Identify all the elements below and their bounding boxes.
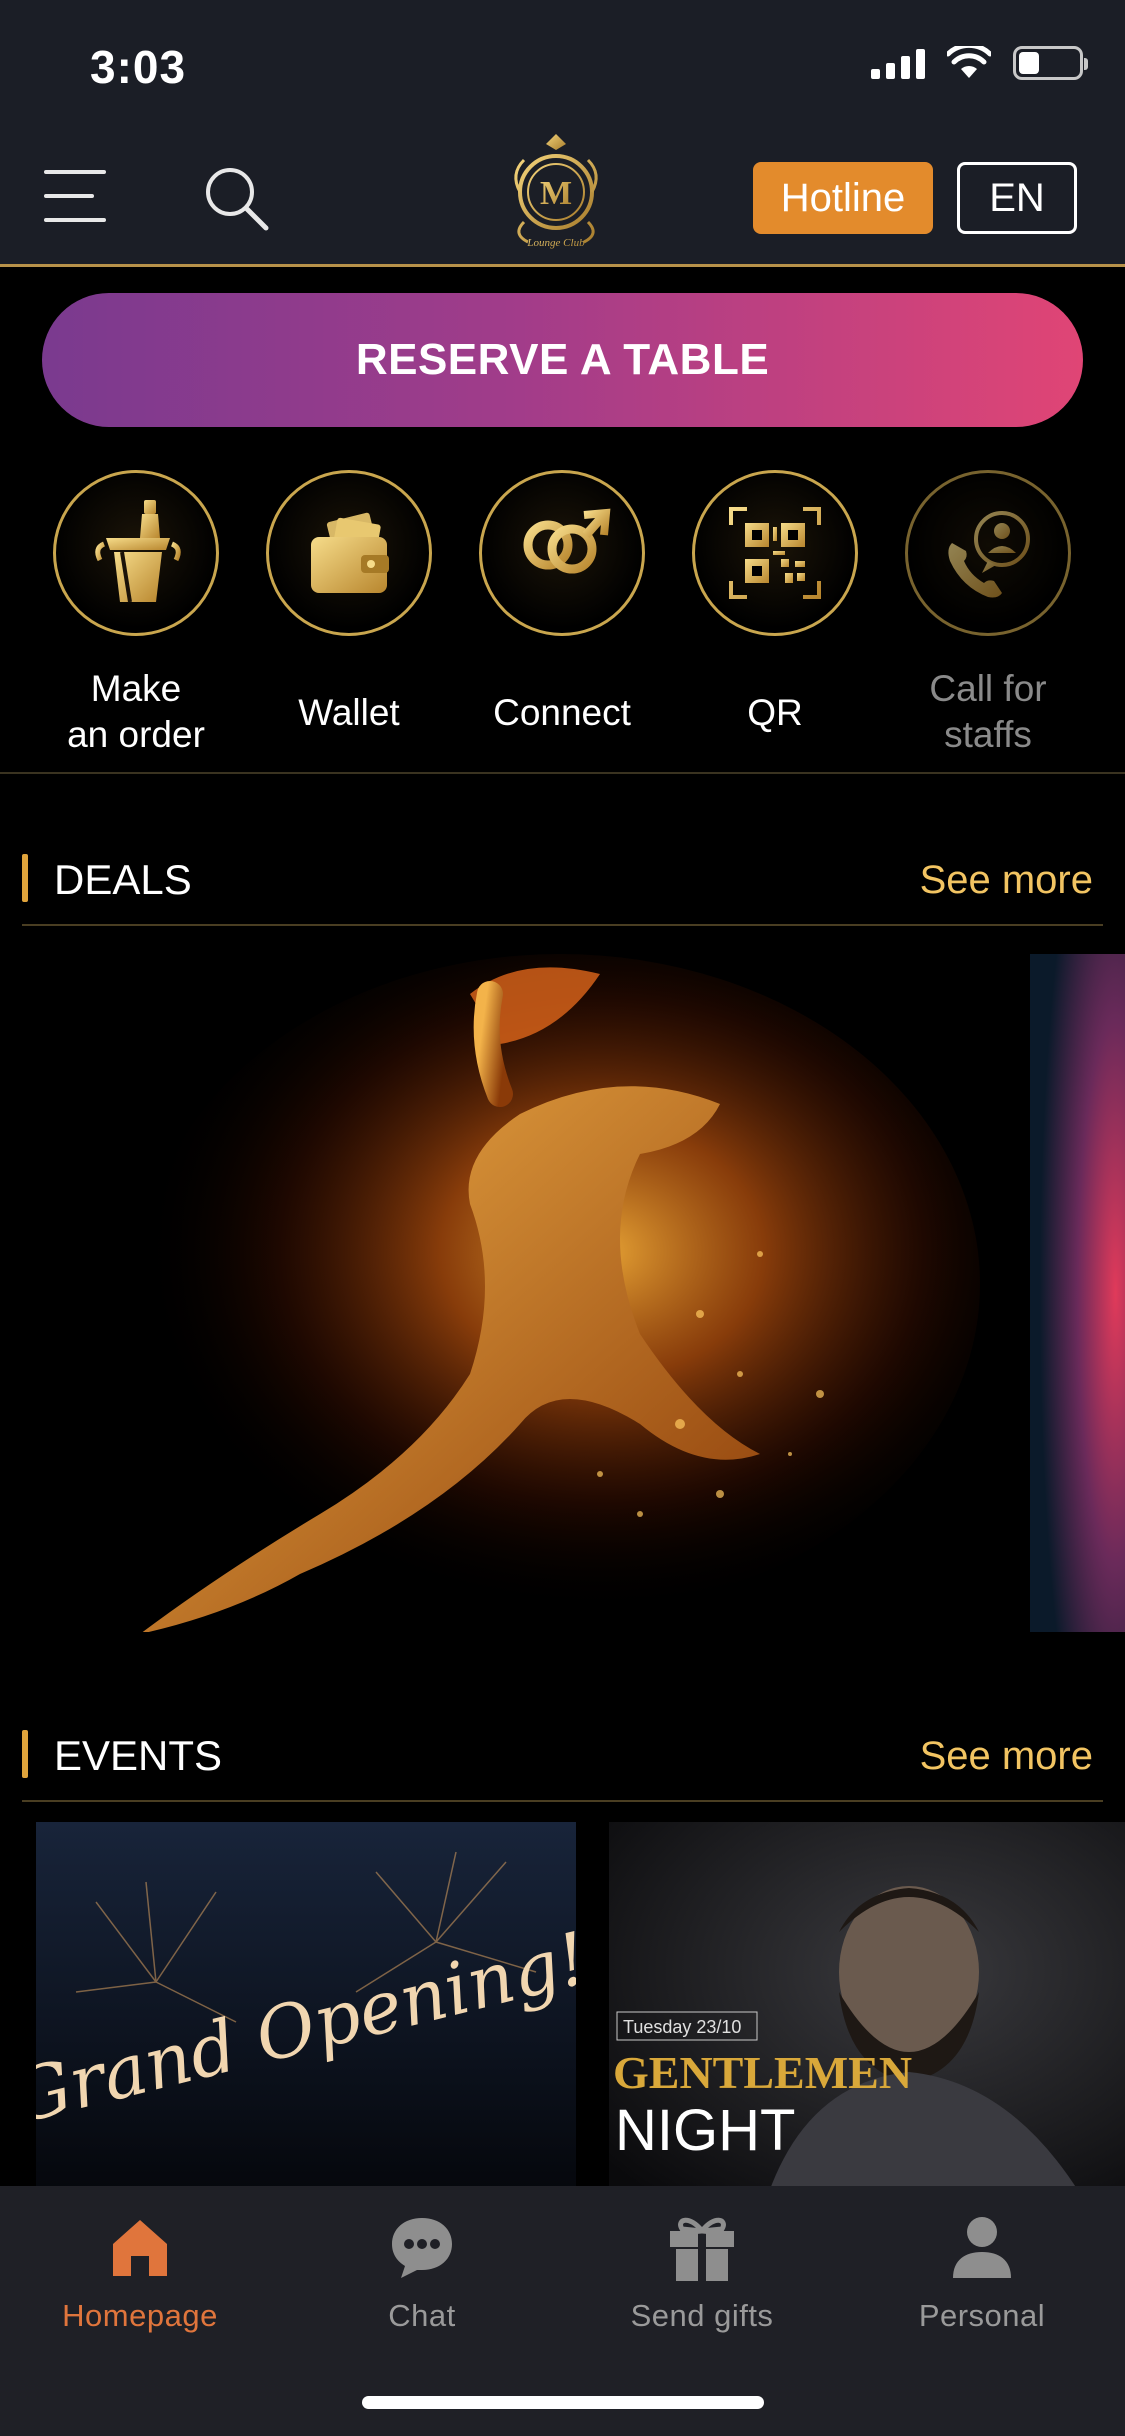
tab-personal[interactable]: Personal xyxy=(862,2210,1102,2334)
language-selector[interactable]: EN xyxy=(957,162,1077,234)
deal-image-smoke xyxy=(1030,954,1125,1632)
deal-card[interactable] xyxy=(1030,954,1125,1632)
make-order-action[interactable]: Make an order xyxy=(36,470,236,758)
svg-text:Lounge Club: Lounge Club xyxy=(526,237,585,249)
wallet-icon xyxy=(266,470,432,636)
event-date-text: Tuesday 23/10 xyxy=(623,2017,741,2037)
section-accent-bar xyxy=(22,1730,28,1778)
connect-action[interactable]: Connect xyxy=(462,470,662,736)
logo-emblem-icon: M Lounge Club xyxy=(514,134,598,249)
wallet-label: Wallet xyxy=(298,692,400,733)
qr-label: QR xyxy=(747,692,803,733)
chat-icon xyxy=(385,2210,459,2284)
qr-code-icon xyxy=(692,470,858,636)
club-logo[interactable]: M Lounge Club xyxy=(506,130,606,254)
status-icons xyxy=(871,46,1088,80)
status-time: 3:03 xyxy=(90,41,187,93)
battery-icon xyxy=(1013,46,1088,80)
wifi-icon xyxy=(947,46,991,78)
call-staff-label-line2: staffs xyxy=(944,714,1032,755)
reserve-table-button[interactable]: RESERVE A TABLE xyxy=(42,293,1083,427)
home-icon xyxy=(103,2210,177,2284)
events-title: EVENTS xyxy=(54,1732,223,1779)
svg-text:M: M xyxy=(540,175,572,212)
tab-homepage-label: Homepage xyxy=(62,2298,218,2333)
call-staff-action[interactable]: Call for staffs xyxy=(888,470,1088,758)
champagne-bucket-icon xyxy=(53,470,219,636)
home-indicator[interactable] xyxy=(362,2396,764,2409)
search-icon xyxy=(206,168,269,231)
call-staff-icon xyxy=(905,470,1071,636)
hotline-button[interactable]: Hotline xyxy=(753,162,933,234)
tab-personal-label: Personal xyxy=(918,2298,1046,2333)
menu-button[interactable] xyxy=(44,168,106,226)
events-see-more-link[interactable]: See more xyxy=(920,1734,1093,1779)
gender-symbols-icon xyxy=(479,470,645,636)
deals-title: DEALS xyxy=(54,856,192,903)
connect-label: Connect xyxy=(493,692,631,733)
deal-image-dancer xyxy=(0,954,1000,1632)
tab-chat-label: Chat xyxy=(388,2298,456,2333)
events-section-header: EVENTS See more xyxy=(22,1706,1103,1802)
event-title-line2: NIGHT xyxy=(615,2098,795,2163)
event-title-line1: GENTLEMEN xyxy=(613,2047,912,2098)
search-button[interactable] xyxy=(202,164,272,234)
app-header: 3:03 M Lounge Club Hotline EN xyxy=(0,0,1125,267)
tab-chat[interactable]: Chat xyxy=(302,2210,542,2334)
event-card-gentlemen-night[interactable]: Tuesday 23/10 GENTLEMEN NIGHT xyxy=(609,1822,1125,2192)
cellular-signal-icon xyxy=(871,47,925,79)
tab-homepage[interactable]: Homepage xyxy=(20,2210,260,2334)
person-icon xyxy=(945,2210,1019,2284)
gift-icon xyxy=(665,2210,739,2284)
deal-card[interactable] xyxy=(0,954,1000,1632)
event-card-grand-opening[interactable]: Grand Opening! xyxy=(36,1822,576,2192)
deals-section-header: DEALS See more xyxy=(22,830,1103,926)
make-order-label-line2: an order xyxy=(67,714,205,755)
qr-action[interactable]: QR xyxy=(675,470,875,736)
call-staff-label-line1: Call for xyxy=(929,668,1047,709)
section-accent-bar xyxy=(22,854,28,902)
event-image-fireworks: Grand Opening! xyxy=(36,1822,576,2192)
battery-level xyxy=(1019,52,1039,74)
tab-send-gifts-label: Send gifts xyxy=(630,2298,774,2333)
deals-see-more-link[interactable]: See more xyxy=(920,858,1093,903)
event-image-gentleman: Tuesday 23/10 GENTLEMEN NIGHT xyxy=(609,1822,1125,2192)
quick-actions-row: Make an order Wallet Connect QR Call for… xyxy=(0,470,1125,774)
wallet-action[interactable]: Wallet xyxy=(249,470,449,736)
make-order-label-line1: Make xyxy=(90,668,182,709)
tab-send-gifts[interactable]: Send gifts xyxy=(582,2210,822,2334)
hamburger-icon xyxy=(44,170,106,174)
